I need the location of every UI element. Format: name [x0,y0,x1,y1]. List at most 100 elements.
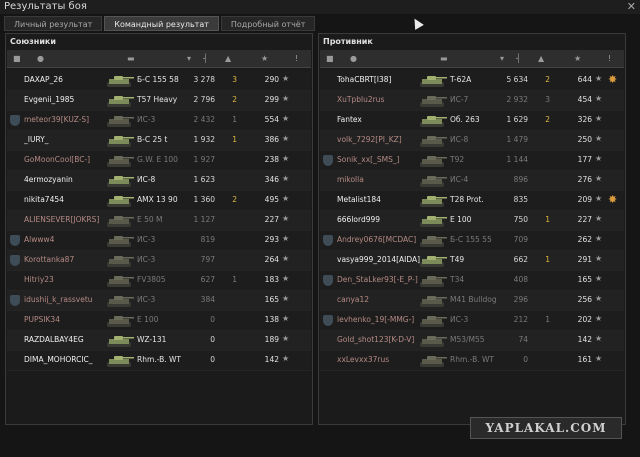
player-row[interactable]: 4ermozyanin ИС-8 1 623 346 ★ [7,171,311,191]
tank-name: ИС-3 [137,295,156,304]
xp-value: 256 [577,295,592,304]
clan-shield-icon [10,295,20,306]
player-name[interactable]: Evgenii_1985 [24,95,74,104]
player-name[interactable]: Sonik_xx[_SMS_] [337,155,400,164]
player-name[interactable]: ALIENSEVER[JOKRS] [24,215,99,224]
tank-column-icon[interactable]: ▬ [127,54,135,63]
medal-column-icon[interactable]: ! [295,54,298,63]
player-name[interactable]: TohaCBRT[I38] [337,75,391,84]
player-name[interactable]: RAZDALBAY4EG [24,335,84,344]
tank-name: ИС-3 [137,235,156,244]
player-name[interactable]: meteor39[KUZ-S] [24,115,89,124]
player-row[interactable]: xxLevxx37rus Rhm.-B. WT 0 161 ★ [320,351,624,371]
player-row[interactable]: TohaCBRT[I38] T-62A 5 634 2 644 ★ ✸ [320,71,624,91]
player-name[interactable]: XuTpblu2rus [337,95,384,104]
sort-arrow-icon[interactable]: ▾ [187,54,191,63]
xp-column-icon[interactable]: ★ [574,54,581,63]
player-name[interactable]: idushij_k_rassvetu [24,295,93,304]
sort-arrow-icon[interactable]: ▾ [500,54,504,63]
player-row[interactable]: DAXAP_26 Б-С 155 58 3 278 3 290 ★ [7,71,311,91]
player-name[interactable]: volk_7292[PI_KZ] [337,135,402,144]
player-name[interactable]: 666lord999 [337,215,380,224]
player-name[interactable]: nikita7454 [24,195,64,204]
player-row[interactable]: GoMoonCool[BC-] G.W. E 100 1 927 238 ★ [7,151,311,171]
player-row[interactable]: vasya999_2014[AIDA] T49 662 1 291 ★ [320,251,624,271]
tab-team-result[interactable]: Командный результат [104,16,219,31]
kills-column-icon[interactable]: ▲ [538,54,544,63]
player-name[interactable]: Den_StaLker93[-E_P-] [337,275,418,284]
player-row[interactable]: Metalist184 T28 Prot. 835 209 ★ ✸ [320,191,624,211]
player-row[interactable]: PUPSIK34 E 100 0 138 ★ [7,311,311,331]
player-row[interactable]: _IURY_ B-C 25 t 1 932 1 386 ★ [7,131,311,151]
player-name[interactable]: PUPSIK34 [24,315,60,324]
player-name[interactable]: Alwww4 [24,235,54,244]
player-column-icon[interactable]: ● [37,54,44,63]
xp-column-icon[interactable]: ★ [261,54,268,63]
player-name[interactable]: DAXAP_26 [24,75,63,84]
player-row[interactable]: XuTpblu2rus ИС-7 2 932 3 454 ★ [320,91,624,111]
player-row[interactable]: Evgenii_1985 T57 Heavy 2 796 2 299 ★ [7,91,311,111]
player-name[interactable]: 4ermozyanin [24,175,73,184]
player-row[interactable]: Andrey0676[MCDAC] Б-С 155 55 709 262 ★ [320,231,624,251]
player-name[interactable]: canya12 [337,295,369,304]
player-row[interactable]: mikolla ИС-4 896 276 ★ [320,171,624,191]
player-name[interactable]: Andrey0676[MCDAC] [337,235,416,244]
tank-name: Rhm.-B. WT [450,355,495,364]
xp-value: 495 [264,195,279,204]
player-row[interactable]: volk_7292[PI_KZ] ИС-8 1 479 250 ★ [320,131,624,151]
tab-detailed-report[interactable]: Подробный отчёт [220,16,316,31]
player-row[interactable]: Gold_shot123[K-D-V] M53/M55 74 142 ★ [320,331,624,351]
kills-value: 1 [545,255,550,264]
player-name[interactable]: Korottanka87 [24,255,74,264]
damage-value: 296 [513,295,528,304]
medal-icon[interactable]: ✸ [608,193,617,206]
player-row[interactable]: Korottanka87 ИС-3 797 264 ★ [7,251,311,271]
player-name[interactable]: _IURY_ [24,135,49,144]
player-row[interactable]: idushij_k_rassvetu ИС-3 384 165 ★ [7,291,311,311]
star-icon: ★ [595,134,603,143]
player-row[interactable]: Hitriy23 FV3805 627 1 183 ★ [7,271,311,291]
clan-column-icon[interactable]: ■ [13,54,21,63]
player-row[interactable]: Den_StaLker93[-E_P-] T34 408 165 ★ [320,271,624,291]
tank-name: ИС-3 [137,115,156,124]
xp-value: 291 [577,255,592,264]
player-row[interactable]: 666lord999 E 100 750 1 227 ★ [320,211,624,231]
damage-column-icon[interactable]: ┤ [203,54,208,63]
player-row[interactable]: meteor39[KUZ-S] ИС-3 2 432 1 554 ★ [7,111,311,131]
player-name[interactable]: xxLevxx37rus [337,355,389,364]
player-name[interactable]: Fantex [337,115,362,124]
player-row[interactable]: canya12 M41 Bulldog 296 256 ★ [320,291,624,311]
kills-column-icon[interactable]: ▲ [225,54,231,63]
player-row[interactable]: nikita7454 AMX 13 90 1 360 2 495 ★ [7,191,311,211]
close-icon[interactable]: ✕ [627,0,636,13]
player-name[interactable]: levhenko_19[-MMG-] [337,315,414,324]
medal-icon[interactable]: ✸ [608,73,617,86]
medal-column-icon[interactable]: ! [608,54,611,63]
player-name[interactable]: Hitriy23 [24,275,54,284]
star-icon: ★ [595,334,603,343]
clan-column-icon[interactable]: ■ [326,54,334,63]
player-name[interactable]: Metalist184 [337,195,381,204]
tank-column-icon[interactable]: ▬ [440,54,448,63]
tab-personal-result[interactable]: Личный результат [4,16,103,31]
clan-shield-icon [10,255,20,266]
player-name[interactable]: mikolla [337,175,364,184]
damage-column-icon[interactable]: ┤ [516,54,521,63]
player-name[interactable]: DIMA_MOHORCIC_ [24,355,93,364]
player-row[interactable]: levhenko_19[-MMG-] ИС-3 212 1 202 ★ [320,311,624,331]
player-row[interactable]: Fantex Об. 263 1 629 2 326 ★ [320,111,624,131]
player-name[interactable]: GoMoonCool[BC-] [24,155,90,164]
star-icon: ★ [282,354,290,363]
tank-icon [105,273,135,289]
player-row[interactable]: DIMA_MOHORCIC_ Rhm.-B. WT 0 142 ★ [7,351,311,371]
player-column-icon[interactable]: ● [350,54,357,63]
clan-shield-icon [323,275,333,286]
player-row[interactable]: ALIENSEVER[JOKRS] E 50 M 1 127 227 ★ [7,211,311,231]
player-row[interactable]: Sonik_xx[_SMS_] T92 1 144 177 ★ [320,151,624,171]
star-icon: ★ [595,354,603,363]
player-name[interactable]: vasya999_2014[AIDA] [337,255,420,264]
player-name[interactable]: Gold_shot123[K-D-V] [337,335,414,344]
player-row[interactable]: RAZDALBAY4EG WZ-131 0 189 ★ [7,331,311,351]
tank-name: G.W. E 100 [137,155,178,164]
player-row[interactable]: Alwww4 ИС-3 819 293 ★ [7,231,311,251]
